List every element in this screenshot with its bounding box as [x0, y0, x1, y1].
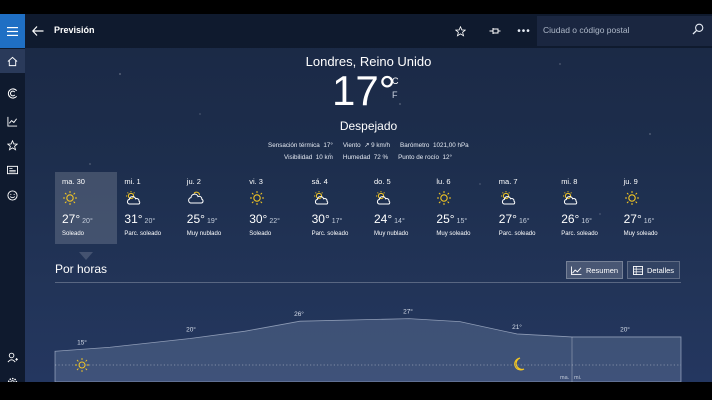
hourly-chart: ma.mi.15°20°26°27°21°20°6101418222	[54, 308, 682, 382]
hourly-temp-label: 20°	[186, 326, 196, 334]
chart-day-mark: ma.	[560, 375, 570, 381]
hourly-temp-label: 15°	[77, 338, 87, 346]
hourly-temp-label: 21°	[512, 323, 522, 331]
hourly-temp-label: 20°	[620, 326, 630, 334]
hourly-temp-label: 26°	[294, 310, 304, 318]
hourly-temp-label: 27°	[403, 308, 413, 316]
chart-day-mark: mi.	[574, 375, 582, 381]
temperature-area	[54, 318, 682, 382]
weather-app-window: Previsión ••• Ciudad o código postal Lon…	[0, 14, 712, 382]
